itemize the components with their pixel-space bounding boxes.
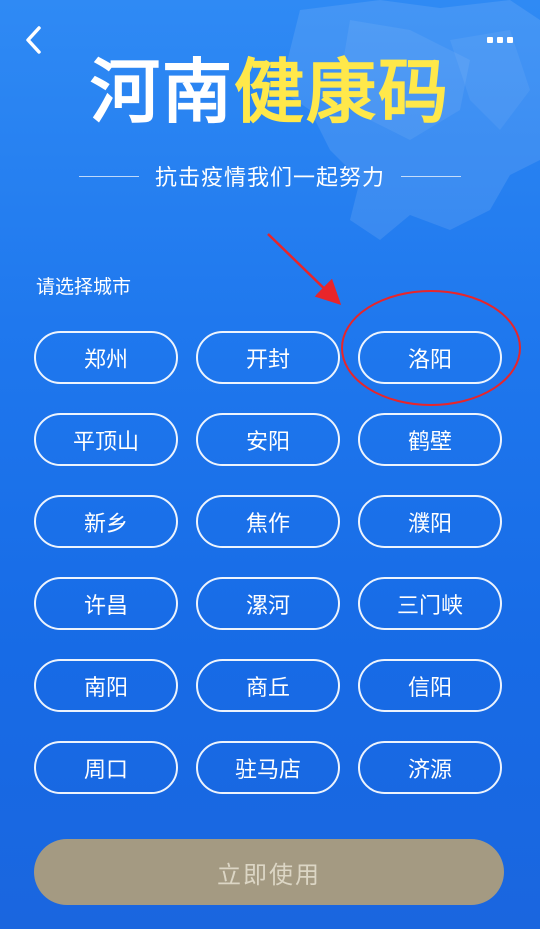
city-button-zhoukou[interactable]: 周口 [34,741,178,794]
city-button-xinyang[interactable]: 信阳 [358,659,502,712]
city-prompt: 请选择城市 [36,276,132,298]
city-button-xuchang[interactable]: 许昌 [34,577,178,630]
city-button-luohe[interactable]: 漯河 [196,577,340,630]
page-title: 河南健康码 [0,50,540,134]
subtitle-row: 抗击疫情我们一起努力 [0,158,540,194]
use-now-button[interactable]: 立即使用 [34,839,504,905]
city-button-luoyang[interactable]: 洛阳 [358,331,502,384]
title-province: 河南 [90,51,234,133]
more-dots-icon [507,37,513,43]
city-button-puyang[interactable]: 濮阳 [358,495,502,548]
annotation-arrow-icon [267,233,342,305]
city-button-zhumadian[interactable]: 驻马店 [196,741,340,794]
title-health-code: 健康码 [234,51,450,133]
more-dots-icon [487,37,493,43]
city-button-jiaozuo[interactable]: 焦作 [196,495,340,548]
city-grid: 郑州 开封 洛阳 平顶山 安阳 鹤壁 新乡 焦作 濮阳 许昌 漯河 三门峡 南阳… [34,331,504,794]
more-dots-icon [497,37,503,43]
city-button-kaifeng[interactable]: 开封 [196,331,340,384]
city-button-nanyang[interactable]: 南阳 [34,659,178,712]
subtitle: 抗击疫情我们一起努力 [154,166,385,191]
city-button-zhengzhou[interactable]: 郑州 [34,331,178,384]
city-button-anyang[interactable]: 安阳 [196,413,340,466]
subtitle-divider-left [78,175,139,177]
city-button-shangqiu[interactable]: 商丘 [196,659,340,712]
more-button[interactable] [482,30,518,50]
city-button-xinxiang[interactable]: 新乡 [34,495,178,548]
city-button-hebi[interactable]: 鹤壁 [358,413,502,466]
city-button-pingdingshan[interactable]: 平顶山 [34,413,178,466]
city-button-sanmenxia[interactable]: 三门峡 [358,577,502,630]
city-button-jiyuan[interactable]: 济源 [358,741,502,794]
subtitle-divider-right [401,175,461,177]
